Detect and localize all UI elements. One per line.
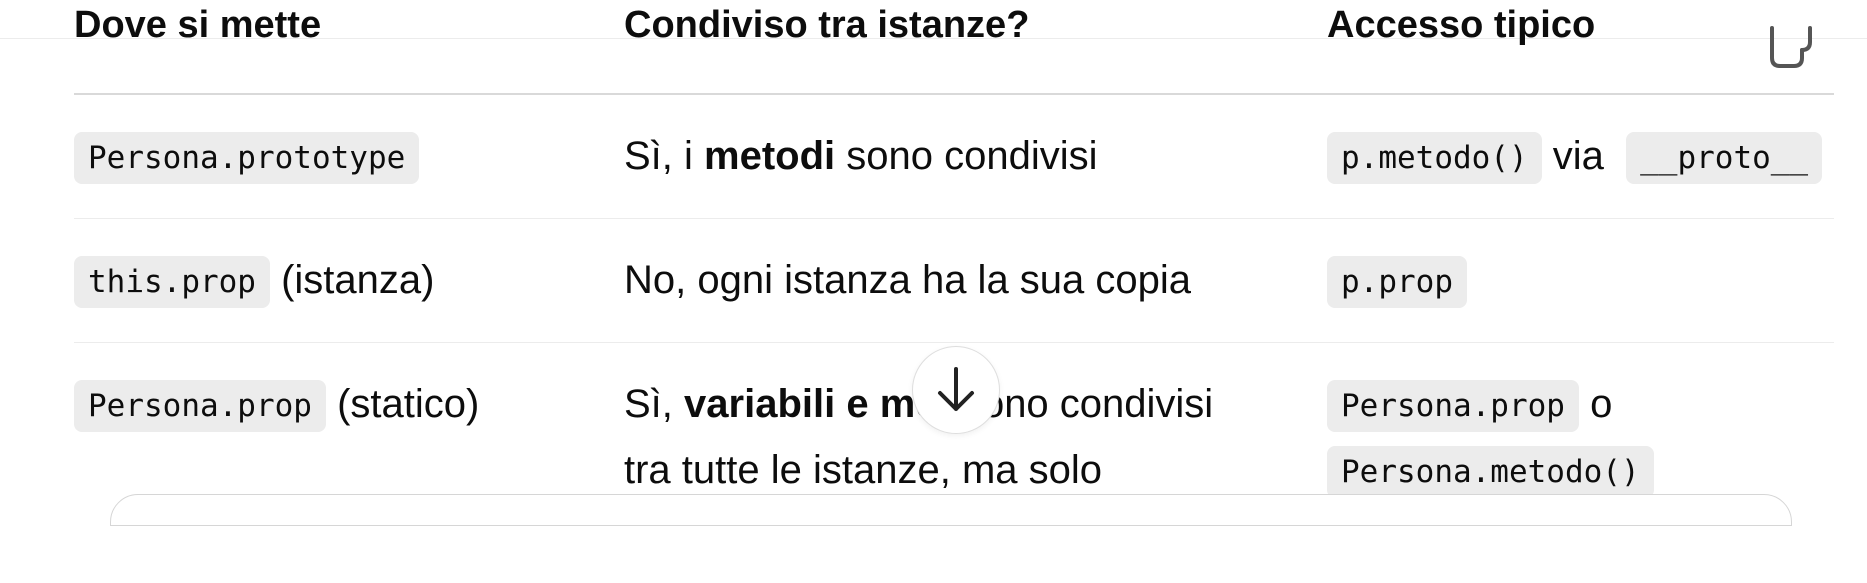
cell-location: this.prop (istanza) [74,247,434,313]
message-composer[interactable] [110,494,1792,526]
cell-location: Persona.prop (statico) [74,371,479,437]
text: (statico) [325,382,480,426]
header-dove-si-mette: Dove si mette [74,4,322,46]
inline-code: p.metodo() [1327,132,1542,185]
cell-access: p.prop [1327,247,1467,313]
text: via [1541,134,1615,178]
text: o [1578,382,1613,426]
arrow-down-icon [938,367,974,411]
text: Sì, i [624,134,705,178]
bold-text: variabili e met [684,382,951,426]
cell-access: Persona.prop o Persona.metodo() [1327,371,1654,503]
cell-access: p.metodo() via __proto__ [1327,123,1823,189]
header-accesso: Accesso tipico [1327,4,1596,46]
bold-text: metodi [704,134,836,178]
inline-code: Persona.metodo() [1327,446,1654,499]
inline-code: __proto__ [1626,132,1823,185]
text: (istanza) [269,258,435,302]
copy-icon[interactable] [1764,0,1814,70]
table-row: this.prop (istanza) No, ogni istanza ha … [74,219,1834,343]
header-condiviso: Condiviso tra istanze? [624,4,1030,46]
text: sono condivisi [835,134,1098,178]
inline-code: Persona.prop [1327,380,1579,433]
cell-location: Persona.prototype [74,123,420,189]
inline-code: this.prop [74,256,270,309]
table-header-row: Dove si mette Condiviso tra istanze? Acc… [74,0,1834,95]
scroll-down-button[interactable] [912,346,1000,434]
cell-shared: Sì, i metodi sono condivisi [624,123,1098,189]
cell-shared: No, ogni istanza ha la sua copia [624,258,1192,302]
inline-code: p.prop [1327,256,1467,309]
text: tra tutte le istanze, ma solo [624,448,1103,492]
text: Sì, [624,382,685,426]
table-row: Persona.prototype Sì, i metodi sono cond… [74,95,1834,219]
inline-code: Persona.prop [74,380,326,433]
inline-code: Persona.prototype [74,132,420,185]
